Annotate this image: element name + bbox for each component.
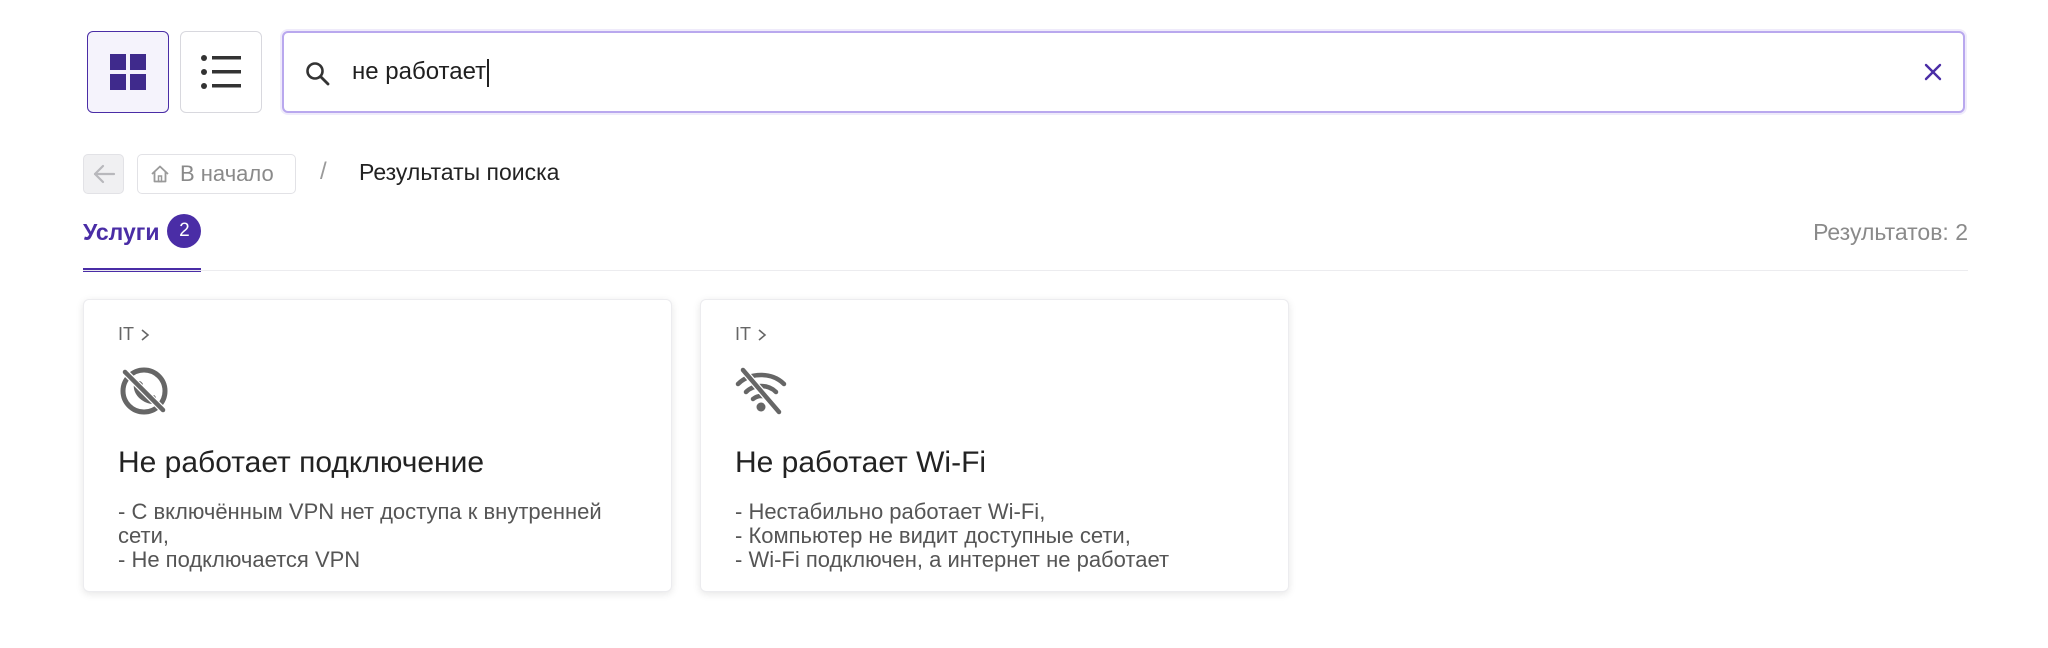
card-title: Не работает подключение — [118, 446, 485, 479]
card-category: IT — [735, 324, 767, 345]
grid-icon — [110, 54, 146, 90]
card-description: - С включённым VPN нет доступа к внутрен… — [118, 500, 648, 572]
back-button[interactable] — [83, 154, 124, 194]
card-description-line: - Wi-Fi подключен, а интернет не работае… — [735, 547, 1170, 572]
chevron-right-icon — [758, 328, 767, 341]
service-card-wifi[interactable]: IT Не работает Wi-Fi - Нестабильно работ… — [700, 299, 1289, 592]
tab-services-count-badge: 2 — [167, 214, 202, 248]
card-description-line: - Не подключается VPN — [118, 547, 361, 572]
close-icon[interactable] — [1919, 58, 1947, 86]
card-description-line: - Нестабильно работает Wi-Fi, — [735, 499, 1046, 524]
home-icon — [151, 165, 169, 183]
tabs-divider — [83, 270, 1968, 271]
list-view-button[interactable] — [180, 31, 262, 113]
card-description-line: - С включённым VPN нет доступа к внутрен… — [118, 499, 602, 548]
breadcrumb-separator: / — [320, 158, 327, 185]
grid-view-button[interactable] — [87, 31, 169, 113]
card-description-line: - Компьютер не видит доступные сети, — [735, 523, 1131, 548]
list-icon — [201, 55, 241, 89]
card-category: IT — [118, 324, 150, 345]
results-count: Результатов: 2 — [1813, 219, 1968, 245]
card-category-label: IT — [735, 324, 751, 344]
wifi-off-icon — [735, 367, 787, 415]
tab-services-label: Услуги — [83, 219, 160, 245]
card-description: - Нестабильно работает Wi-Fi, - Компьюте… — [735, 500, 1265, 572]
breadcrumb-home-button[interactable]: В начало — [137, 154, 296, 194]
card-category-label: IT — [118, 324, 134, 344]
search-icon — [306, 62, 330, 86]
breadcrumb-current: Результаты поиска — [359, 159, 560, 185]
no-connection-icon — [120, 367, 168, 415]
chevron-right-icon — [141, 328, 150, 341]
search-input[interactable]: не работает — [352, 33, 490, 111]
arrow-left-icon — [93, 164, 115, 184]
search-input-value: не работает — [352, 58, 487, 85]
text-caret — [487, 58, 490, 87]
breadcrumb-home-label: В начало — [180, 161, 274, 186]
tab-services[interactable]: Услуги 2 — [83, 214, 202, 272]
service-card-connection[interactable]: IT Не работает подключение - С включённы… — [83, 299, 672, 592]
card-title: Не работает Wi-Fi — [735, 446, 987, 479]
search-field[interactable]: не работает — [282, 31, 1965, 113]
